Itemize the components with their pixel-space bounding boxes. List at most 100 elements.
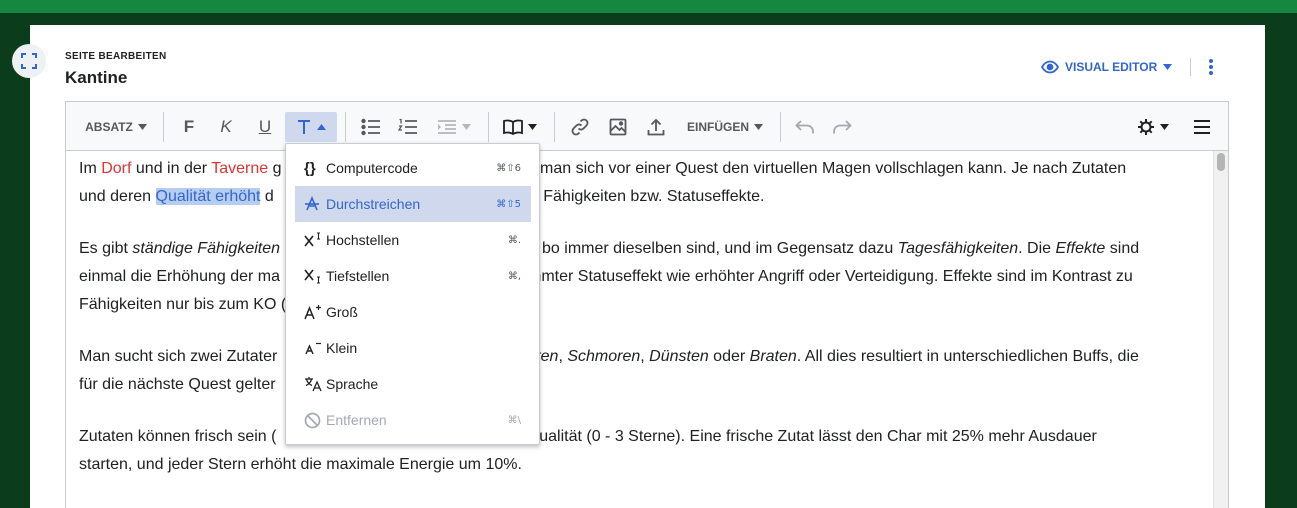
smaller-icon — [304, 340, 326, 356]
menu-item-hochstellen[interactable]: Hochstellen ⌘. — [295, 222, 531, 258]
text-run: . All dies resultiert in unterschiedlich… — [796, 348, 1139, 365]
toolbar-divider — [780, 112, 781, 142]
text-run: und in der — [131, 160, 212, 177]
paragraph-format-dropdown[interactable]: ABSATZ — [80, 112, 152, 142]
menu-item-gross[interactable]: Groß — [295, 294, 531, 330]
chevron-up-icon — [317, 124, 326, 130]
text-run: . Die — [1018, 240, 1056, 257]
text-run-italic: Tagesfähigkeiten — [897, 240, 1019, 257]
eye-icon — [1041, 60, 1059, 74]
gear-icon — [1137, 118, 1155, 136]
paragraph-1[interactable]: Im Dorf und in der Taverne g i dem man si… — [79, 155, 1204, 211]
paragraph-4[interactable]: Zutaten können frisch sein (e Qualität (… — [79, 423, 1204, 479]
image-button[interactable] — [605, 112, 631, 142]
bullet-list-button[interactable] — [358, 112, 384, 142]
menu-item-tiefstellen[interactable]: Tiefstellen ⌘, — [295, 258, 531, 294]
scrollbar-thumb[interactable] — [1217, 153, 1225, 171]
text-run: Im — [79, 160, 102, 177]
menu-item-durchstreichen[interactable]: Durchstreichen ⌘⇧5 — [295, 186, 531, 222]
text-run-italic: ständige Fähigkeiten — [132, 240, 281, 257]
toolbar-divider — [345, 112, 346, 142]
menu-item-label: Sprache — [326, 376, 379, 392]
insert-label: EINFÜGEN — [686, 120, 749, 134]
toolbar-divider — [554, 112, 555, 142]
chevron-down-icon — [754, 124, 763, 130]
menu-item-label: Computercode — [326, 160, 418, 176]
link-dorf[interactable]: Dorf — [101, 160, 131, 177]
toolbar-divider — [163, 112, 164, 142]
strikethrough-icon — [304, 196, 326, 212]
paragraph-format-label: ABSATZ — [85, 120, 133, 134]
text-run: Zutaten können frisch sein ( — [79, 428, 277, 445]
paragraph-3[interactable]: Man sucht sich zwei Zutater uten, Schmore… — [79, 343, 1204, 399]
editor-surface[interactable]: Im Dorf und in der Taverne g i dem man si… — [65, 151, 1229, 508]
text-run: bo immer dieselben sind, und im Gegensat… — [542, 240, 898, 257]
bold-button[interactable]: F — [176, 112, 202, 142]
menu-item-label: Entfernen — [326, 412, 387, 428]
bigger-icon — [304, 304, 326, 320]
editor-toolbar: ABSATZ F K U EINFÜGEN — [65, 101, 1229, 151]
text-run: d — [260, 188, 274, 205]
text-run: oder — [708, 348, 750, 365]
text-run: Es gibt — [79, 240, 133, 257]
page-options-dropdown[interactable] — [1135, 112, 1171, 142]
italic-button[interactable]: K — [213, 112, 239, 142]
italic-label: K — [220, 117, 232, 136]
selected-text[interactable]: Qualität erhöht — [155, 188, 261, 205]
menu-item-entfernen[interactable]: Entfernen ⌘\ — [295, 402, 531, 438]
text-run: sind — [1105, 240, 1140, 257]
numbered-list-button[interactable] — [395, 112, 421, 142]
text-style-dropdown[interactable] — [285, 112, 337, 142]
text-run: , — [558, 348, 568, 365]
upload-button[interactable] — [643, 112, 669, 142]
text-run: für die nächste Quest gelter — [79, 376, 276, 393]
vertical-ellipsis-icon — [1209, 59, 1213, 75]
text-run: g — [268, 160, 282, 177]
editor-switch-button[interactable]: VISUAL EDITOR — [1041, 58, 1173, 76]
structure-dropdown[interactable] — [500, 112, 540, 142]
menu-item-shortcut: ⌘. — [507, 234, 521, 246]
more-options-button[interactable] — [1201, 56, 1221, 78]
underline-label: U — [258, 117, 272, 136]
menu-item-shortcut: ⌘\ — [507, 414, 521, 426]
text-style-icon — [296, 118, 312, 136]
image-icon — [609, 118, 627, 136]
menu-item-computercode[interactable]: {} Computercode ⌘⇧6 — [295, 150, 531, 186]
braces-icon: {} — [304, 159, 316, 177]
link-icon — [571, 118, 589, 136]
menu-item-sprache[interactable]: Sprache — [295, 366, 531, 402]
top-strip — [0, 0, 1297, 13]
menu-item-shortcut: ⌘⇧6 — [496, 162, 521, 174]
text-run: timmter Statuseffekt wie erhöhter Angrif… — [520, 268, 1133, 285]
text-run: und deren — [79, 188, 156, 205]
mode-label: SEITE BEARBEITEN — [65, 51, 167, 62]
page-title: Kantine — [65, 68, 128, 87]
paragraph-2[interactable]: Es gibt ständige Fähigkeiten bo immer die… — [79, 235, 1204, 319]
underline-button[interactable]: U — [252, 112, 278, 142]
editor-scrollbar[interactable] — [1213, 151, 1228, 508]
text-run: Man sucht sich zwei Zutater — [79, 348, 278, 365]
undo-button[interactable] — [792, 112, 818, 142]
indent-icon — [437, 119, 457, 135]
redo-button[interactable] — [829, 112, 855, 142]
bold-label: F — [183, 117, 195, 136]
menu-item-shortcut: ⌘, — [507, 270, 521, 282]
chevron-down-icon — [137, 124, 147, 130]
menu-button[interactable] — [1189, 112, 1215, 142]
superscript-icon — [304, 232, 326, 248]
text-run-italic: Dünsten — [649, 348, 709, 365]
chevron-down-icon — [1163, 64, 1173, 70]
remove-format-icon — [304, 412, 326, 429]
link-taverne[interactable]: Taverne — [211, 160, 268, 177]
text-run-italic: Effekte — [1055, 240, 1106, 257]
indent-dropdown[interactable] — [434, 112, 474, 142]
text-run: einmal die Erhöhung der ma — [79, 268, 281, 285]
text-run: Fähigkeiten nur bis zum KO ( — [79, 296, 287, 313]
subscript-icon — [304, 268, 326, 284]
language-icon — [304, 376, 326, 392]
insert-dropdown[interactable]: EINFÜGEN — [683, 112, 767, 142]
link-button[interactable] — [567, 112, 593, 142]
menu-item-klein[interactable]: Klein — [295, 330, 531, 366]
fullscreen-button[interactable] — [12, 44, 46, 78]
text-run-italic: Schmoren — [567, 348, 641, 365]
